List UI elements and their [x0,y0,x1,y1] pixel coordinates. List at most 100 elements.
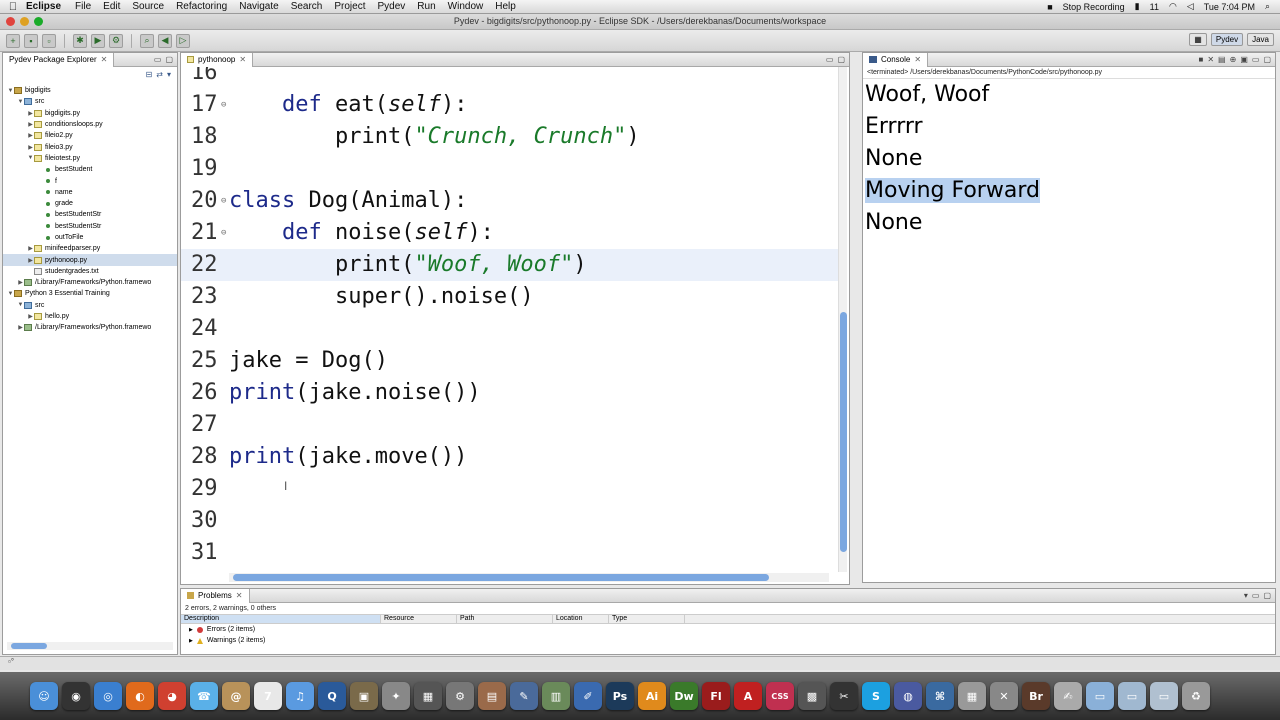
print-icon[interactable]: ▫ [42,33,56,48]
flash-icon[interactable]: Fl [702,682,730,710]
photo-icon[interactable]: ▤ [478,682,506,710]
fold-marker-icon[interactable]: ⊖ [221,89,226,121]
expanded-twisty-icon[interactable]: ▼ [27,155,34,161]
tree-item[interactable]: ▶ pythonoop.py [3,254,177,266]
recording-icon[interactable]: ■ [1047,2,1052,12]
tree-item[interactable]: outToFile [3,232,177,243]
automator-icon[interactable]: ✦ [382,682,410,710]
minimize-panel-icon[interactable]: ▭ [826,55,834,64]
forward-icon[interactable]: ▷ [176,33,190,48]
minimize-panel-icon[interactable]: ▭ [154,55,162,64]
code-line[interactable]: 17 ⊖ def eat(self): [181,89,841,121]
downloads-icon[interactable]: ▭ [1150,682,1178,710]
collapsed-twisty-icon[interactable]: ▶ [189,627,193,633]
collapsed-twisty-icon[interactable]: ▶ [27,132,34,139]
tree-item[interactable]: ▶ /Library/Frameworks/Python.framewo [3,277,177,288]
explorer-hscrollbar[interactable] [7,642,173,650]
battery-icon[interactable]: ▮ [1135,1,1140,12]
editor-vscroll-thumb[interactable] [840,312,847,552]
volume-icon[interactable]: ◁ [1187,1,1194,12]
menu-project[interactable]: Project [334,1,365,12]
tree-item[interactable]: f [3,175,177,186]
script-editor-icon[interactable]: ✍ [1054,682,1082,710]
collapsed-twisty-icon[interactable]: ▶ [17,279,24,286]
code-line[interactable]: 30 [181,505,841,537]
xcode-icon[interactable]: ✎ [510,682,538,710]
fold-marker-icon[interactable]: ⊖ [221,217,226,249]
folder-icon[interactable]: ▭ [1086,682,1114,710]
tree-item[interactable]: ▼ src [3,300,177,311]
code-line[interactable]: 26 print(jake.noise()) [181,377,841,409]
minimize-panel-icon[interactable]: ▭ [1252,55,1260,64]
editor-hscroll-thumb[interactable] [233,574,769,581]
code-line[interactable]: 31 [181,537,841,569]
tree-item[interactable]: ▼ src [3,96,177,107]
open-perspective-icon[interactable]: ▦ [1189,33,1207,46]
stop-recording-label[interactable]: Stop Recording [1063,2,1125,12]
chrome-icon[interactable]: ◕ [158,682,186,710]
terminate-icon[interactable]: ■ [1199,55,1204,64]
perspective-java[interactable]: Java [1247,33,1274,46]
code-line[interactable]: 28 print(jake.move()) [181,441,841,473]
address-book-icon[interactable]: @ [222,682,250,710]
menu-refactoring[interactable]: Refactoring [176,1,227,12]
display-console-icon[interactable]: ▣ [1240,55,1248,64]
remove-launch-icon[interactable]: ✕ [1207,55,1214,64]
code-line[interactable]: 16 [181,67,841,89]
documents-icon[interactable]: ▭ [1118,682,1146,710]
table-row[interactable]: ▶ Errors (2 items) [181,624,1275,635]
tree-item[interactable]: ▶ minifeedparser.py [3,243,177,254]
preview-icon[interactable]: ▣ [350,682,378,710]
link-editor-icon[interactable]: ⇄ [156,70,163,79]
maximize-panel-icon[interactable]: ▢ [837,55,845,64]
close-tab-icon[interactable]: ✕ [101,55,108,64]
code-line[interactable]: 24 [181,313,841,345]
external-tools-icon[interactable]: ⚙ [109,33,123,48]
code-line[interactable]: 23 super().noise() [181,281,841,313]
skype-icon[interactable]: S [862,682,890,710]
clock[interactable]: Tue 7:04 PM [1204,2,1255,12]
tree-item[interactable]: ▶ fileio2.py [3,130,177,141]
menu-run[interactable]: Run [417,1,435,12]
tab-package-explorer[interactable]: Pydev Package Explorer ✕ [3,52,115,67]
code-line[interactable]: 19 [181,153,841,185]
code-line[interactable]: 20 ⊖ class Dog(Animal): [181,185,841,217]
clear-console-icon[interactable]: ▤ [1218,55,1226,64]
code-line[interactable]: 18 print("Crunch, Crunch") [181,121,841,153]
editor-hscrollbar[interactable] [229,573,829,582]
minimize-panel-icon[interactable]: ▭ [1252,591,1260,600]
new-icon[interactable]: + [6,33,20,48]
css-edit-icon[interactable]: CSS [766,682,794,710]
itunes-icon[interactable]: ♫ [286,682,314,710]
code-line[interactable]: 27 [181,409,841,441]
collapsed-twisty-icon[interactable]: ▶ [189,638,193,644]
collapsed-twisty-icon[interactable]: ▶ [27,121,34,128]
tab-problems[interactable]: Problems ✕ [181,588,250,603]
tree-item[interactable]: ▶ /Library/Frameworks/Python.framewo [3,322,177,333]
collapse-all-icon[interactable]: ⊟ [146,70,153,79]
search-icon[interactable]: ⌕ [1265,1,1270,12]
apple-icon[interactable]:  [0,1,26,13]
tree-item[interactable]: ▼ fileiotest.py [3,153,177,164]
terminal-icon[interactable]: ▦ [958,682,986,710]
collapsed-twisty-icon[interactable]: ▶ [27,257,34,264]
tab-pythonoop[interactable]: pythonoop ✕ [181,52,254,67]
dreamweaver-icon[interactable]: Dw [670,682,698,710]
network-icon[interactable]: ◍ [894,682,922,710]
column-header-description[interactable]: Description [181,615,381,623]
utility-icon[interactable]: ✕ [990,682,1018,710]
search-toolbar-icon[interactable]: ⌕ [140,33,154,48]
view-menu-icon[interactable]: ▾ [1244,591,1248,600]
close-tab-icon[interactable]: ✕ [914,55,921,64]
dashboard-icon[interactable]: ◉ [62,682,90,710]
wifi-icon[interactable]: ◠ [1169,1,1177,12]
maximize-panel-icon[interactable]: ▢ [1263,591,1271,600]
tree-item[interactable]: ▼ bigdigits [3,85,177,96]
save-icon[interactable]: ▪ [24,33,38,48]
console-output[interactable]: Woof, Woof Errrrr None Moving Forward None [863,79,1275,239]
menu-pydev[interactable]: Pydev [378,1,406,12]
column-header-type[interactable]: Type [609,615,685,623]
safari-icon[interactable]: ◎ [94,682,122,710]
expanded-twisty-icon[interactable]: ▼ [7,291,14,297]
python-launcher-icon[interactable]: ⌘ [926,682,954,710]
